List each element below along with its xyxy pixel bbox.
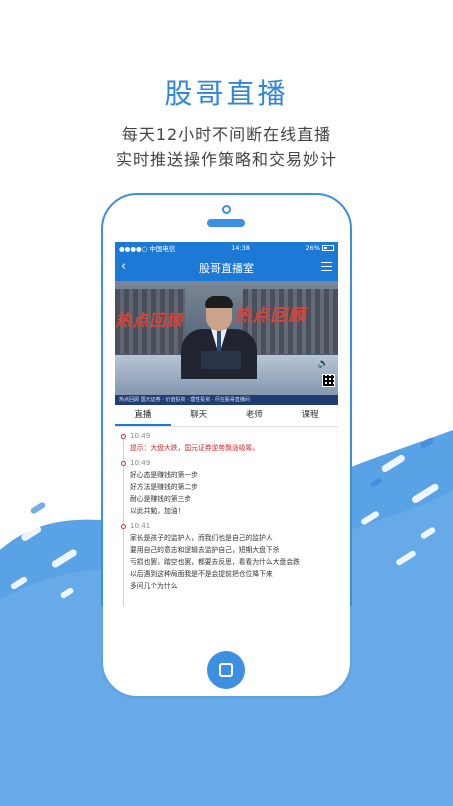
host-hair bbox=[205, 296, 233, 308]
entry-line: 亏损也罢，踏空也罢，都要去反思，看看为什么大盘会跌 bbox=[130, 558, 300, 566]
entry-time: 10:41 bbox=[130, 522, 151, 530]
home-square-icon bbox=[219, 663, 233, 677]
volume-icon[interactable]: 🔈 bbox=[318, 359, 329, 369]
timeline-dot-icon bbox=[121, 461, 126, 466]
host-tie bbox=[217, 331, 221, 353]
feed-entry: 10:49 提示：大盘大跌，国元证券逆势飘涨吸筹。 bbox=[121, 431, 332, 454]
timeline-dot-icon bbox=[121, 434, 126, 439]
tab-chat[interactable]: 聊天 bbox=[171, 405, 227, 426]
video-ticker: 热点回顾 国元证券 · 价值投资 · 理性投资 · 尽在股哥直播间 bbox=[115, 395, 338, 405]
entry-line: 多问几个为什么 bbox=[130, 582, 178, 590]
tab-bar: 直播 聊天 老师 课程 bbox=[115, 405, 338, 427]
camera-icon bbox=[222, 205, 231, 214]
entry-time: 10:49 bbox=[130, 432, 151, 440]
feed-entry: 10:49 好心态是赚钱的第一步 好方法是赚钱的第二步 耐心是赚钱的第三步 以此… bbox=[121, 458, 332, 517]
promo-headline: 股哥直播 bbox=[164, 77, 289, 110]
status-bar: ●●●●○ 中国电信 14:38 26% bbox=[115, 242, 338, 254]
nav-title: 股哥直播室 bbox=[199, 261, 254, 275]
carrier-label: ●●●●○ 中国电信 bbox=[119, 245, 176, 253]
entry-line: 以此共勉，加油！ bbox=[130, 507, 185, 515]
back-icon[interactable]: ‹ bbox=[121, 260, 126, 274]
entry-line: 提示：大盘大跌，国元证券逆势飘涨吸筹。 bbox=[130, 444, 260, 452]
battery-icon bbox=[322, 245, 334, 251]
entry-line: 好方法是赚钱的第二步 bbox=[130, 483, 198, 491]
live-video-player[interactable]: 热点回顾 热点回顾 🔈 热点回顾 国元证券 · 价值投资 · 理性投资 · 尽在… bbox=[115, 281, 338, 405]
entry-line: 以后遇到这种局面我是不是会提前把仓位降下来 bbox=[130, 570, 273, 578]
banner-hot-review-left: 热点回顾 bbox=[115, 311, 187, 330]
tab-course[interactable]: 课程 bbox=[282, 405, 338, 426]
clock-label: 14:38 bbox=[231, 244, 250, 252]
speaker-grille bbox=[207, 219, 245, 227]
entry-time: 10:49 bbox=[130, 459, 151, 467]
qr-code-icon bbox=[322, 374, 335, 387]
battery-label: 26% bbox=[305, 244, 320, 252]
feed-entry: 10:41 家长是孩子的监护人，而我们也是自己的监护人 要用自己的意志和逻辑去监… bbox=[121, 521, 332, 592]
home-button[interactable] bbox=[207, 651, 245, 689]
menu-icon[interactable] bbox=[321, 262, 332, 272]
live-feed: 10:49 提示：大盘大跌，国元证券逆势飘涨吸筹。 10:49 好心态是赚钱的第… bbox=[115, 427, 338, 606]
banner-hot-review-right: 热点回顾 bbox=[233, 306, 310, 326]
timeline-dot-icon bbox=[121, 524, 126, 529]
entry-line: 家长是孩子的监护人，而我们也是自己的监护人 bbox=[130, 534, 273, 542]
phone-screen: ●●●●○ 中国电信 14:38 26% ‹ 股哥直播室 热点回顾 热点回顾 🔈… bbox=[115, 242, 338, 606]
promo-subtitle-1: 每天12小时不间断在线直播 bbox=[121, 125, 332, 144]
entry-line: 要用自己的意志和逻辑去监护自己，短期大盘下杀 bbox=[130, 546, 280, 554]
host-laptop bbox=[201, 351, 241, 369]
battery-indicator: 26% bbox=[306, 244, 334, 252]
tab-live[interactable]: 直播 bbox=[115, 405, 171, 426]
nav-bar: ‹ 股哥直播室 bbox=[115, 254, 338, 281]
entry-line: 耐心是赚钱的第三步 bbox=[130, 495, 192, 503]
entry-line: 好心态是赚钱的第一步 bbox=[130, 471, 198, 479]
promo-subtitle-2: 实时推送操作策略和交易妙计 bbox=[115, 150, 337, 169]
tab-teacher[interactable]: 老师 bbox=[227, 405, 283, 426]
